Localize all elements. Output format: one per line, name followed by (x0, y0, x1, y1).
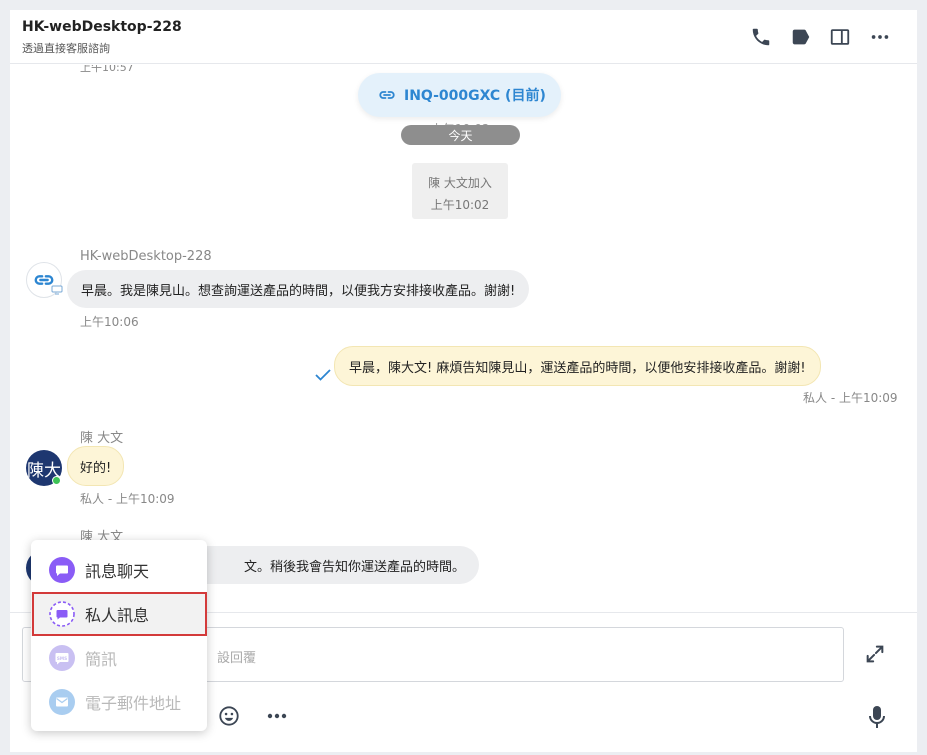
menu-item-label: 私人訊息 (85, 606, 150, 625)
read-check-icon (315, 369, 331, 381)
message-meta: 私人 - 上午10:09 (80, 492, 175, 506)
expand-icon[interactable] (864, 643, 886, 665)
more-options-icon[interactable] (869, 26, 891, 48)
online-status-dot (52, 476, 61, 485)
menu-item-private-message[interactable]: 私人訊息 (31, 592, 207, 636)
menu-item-label: 電子郵件地址 (85, 694, 182, 713)
message-meta: 私人 - 上午10:09 (803, 391, 898, 405)
microphone-icon[interactable] (867, 705, 887, 729)
message-bubble: 早晨。我是陳見山。想查詢運送產品的時間，以便我方安排接收產品。謝謝! (67, 270, 530, 308)
phone-icon[interactable] (750, 26, 772, 48)
message-time: 上午10:06 (80, 315, 139, 329)
message-sender: 陳 大文 (80, 431, 124, 446)
private-message-icon (49, 601, 75, 627)
desktop-icon (51, 285, 63, 295)
inquiry-chip-label: INQ-000GXC (目前) (404, 88, 546, 104)
message-sender: HK-webDesktop-228 (80, 249, 212, 264)
link-icon (379, 91, 395, 99)
chat-icon (49, 557, 75, 583)
email-icon (49, 689, 75, 715)
side-panel-icon[interactable] (829, 26, 851, 48)
channel-avatar (26, 262, 63, 298)
emoji-icon[interactable] (218, 705, 240, 727)
sms-icon: SMS (49, 645, 75, 671)
reply-input-placeholder: 設回覆 (217, 651, 257, 666)
message-time: 上午10:57 (80, 65, 134, 74)
message-bubble: 好的! (67, 446, 125, 486)
more-actions-icon[interactable] (266, 709, 288, 723)
menu-item-sms[interactable]: SMS 簡訊 (31, 636, 207, 680)
message-text: 好的! (80, 460, 112, 476)
inquiry-chip[interactable]: INQ-000GXC (目前) (358, 73, 561, 117)
svg-text:SMS: SMS (57, 656, 67, 661)
system-message-text: 陳 大文加入 (428, 176, 492, 190)
message-text: 早晨。我是陳見山。想查詢運送產品的時間，以便我方安排接收產品。謝謝! (81, 283, 516, 299)
message-text: 文。稍後我會告知你運送產品的時間。 (243, 559, 465, 575)
system-message: 陳 大文加入 上午10:02 (412, 163, 508, 219)
tag-icon[interactable] (790, 26, 812, 48)
channel-menu: 訊息聊天 私人訊息 SMS 簡訊 電子郵件地址 (31, 540, 207, 731)
conversation-title: HK-webDesktop-228 (22, 19, 182, 35)
message-list[interactable]: 上午10:57 INQ-000GXC (目前) 上午10:02 今天 陳 大文加… (10, 65, 917, 612)
menu-item-label: 訊息聊天 (85, 562, 150, 581)
date-separator: 今天 (401, 125, 520, 145)
conversation-subtitle: 透過直接客服諮詢 (22, 42, 110, 55)
message-bubble: 早晨，陳大文! 麻煩告知陳見山，運送產品的時間，以便他安排接收產品。謝謝! (334, 346, 821, 386)
menu-item-email[interactable]: 電子郵件地址 (31, 680, 207, 724)
menu-item-label: 簡訊 (85, 650, 118, 669)
message-text: 早晨，陳大文! 麻煩告知陳見山，運送產品的時間，以便他安排接收產品。謝謝! (349, 360, 806, 376)
menu-item-chat[interactable]: 訊息聊天 (31, 548, 207, 592)
conversation-header: HK-webDesktop-228 透過直接客服諮詢 (10, 10, 917, 64)
system-message-time: 上午10:02 (430, 198, 490, 212)
